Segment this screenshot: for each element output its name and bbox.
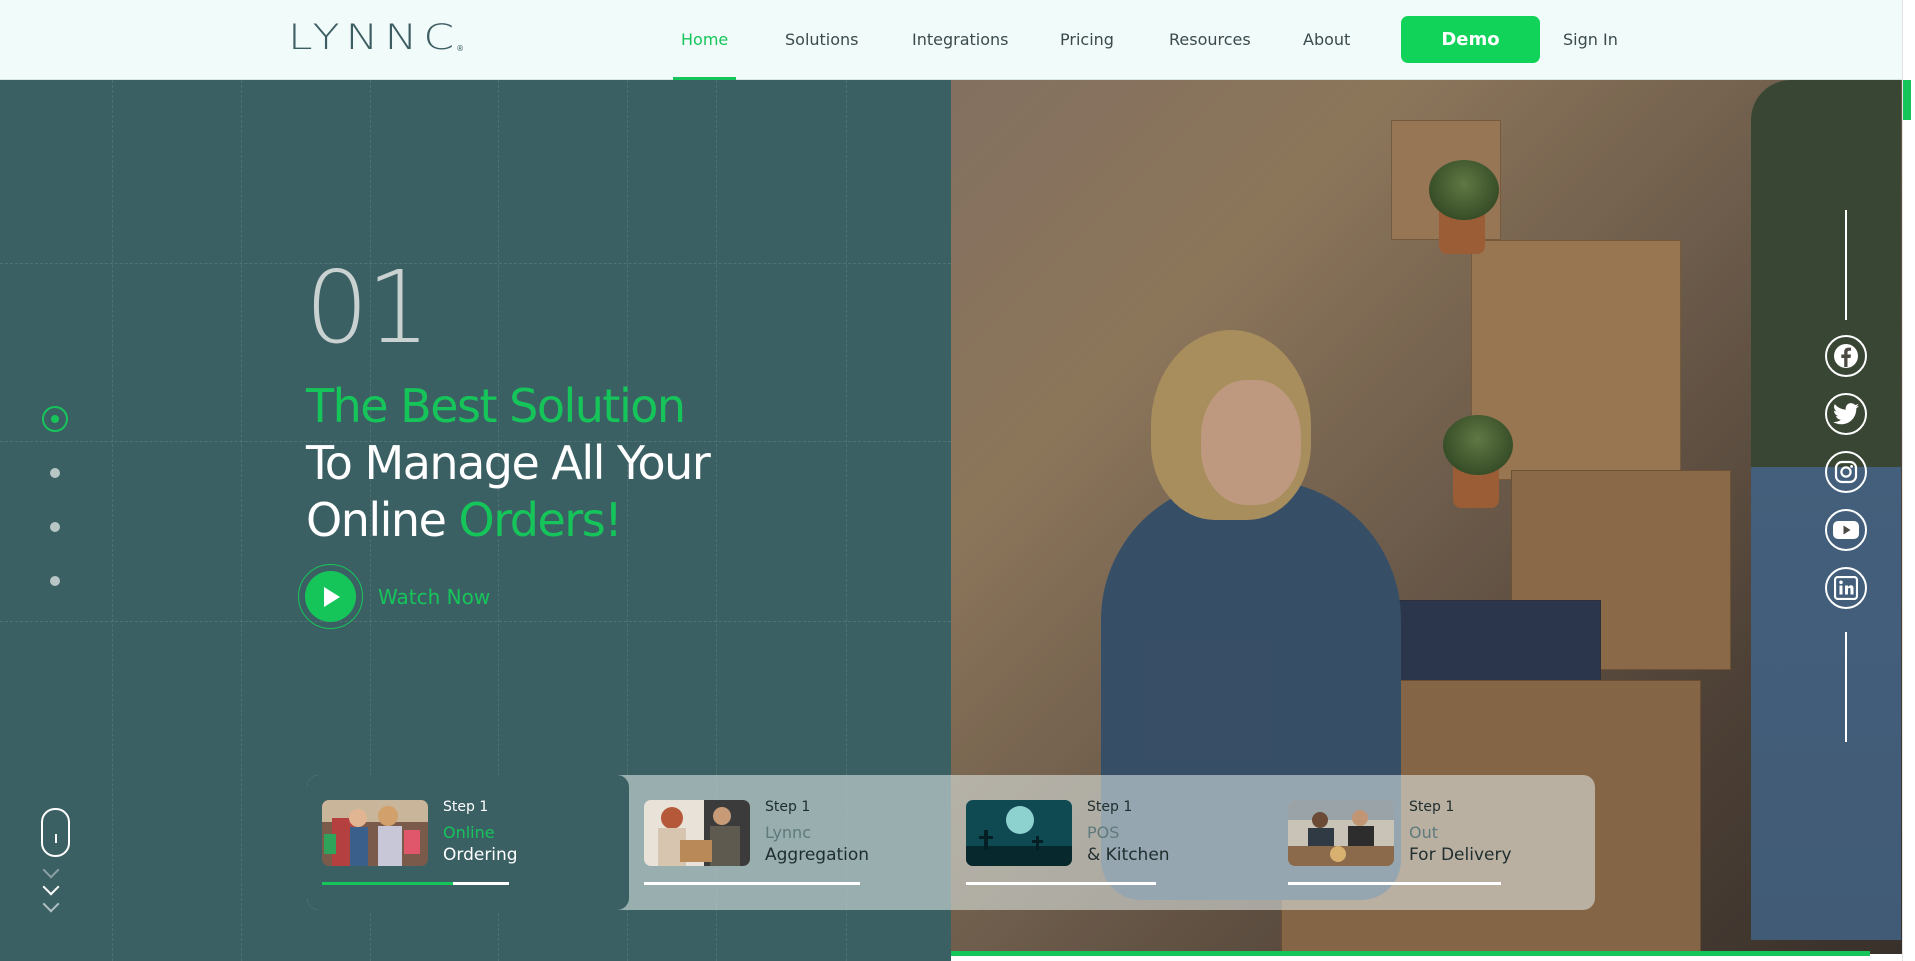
demo-button[interactable]: Demo <box>1401 16 1540 63</box>
step-label: Step 1 <box>1087 799 1133 815</box>
sign-in-link[interactable]: Sign In <box>1563 0 1618 80</box>
step-card-lynnc-aggregation[interactable]: Step 1 Lynnc Aggregation <box>629 775 951 910</box>
night-scene-thumb <box>966 800 1072 866</box>
headline-line-3: Online Orders! <box>306 492 709 549</box>
youtube-icon[interactable] <box>1825 509 1867 551</box>
chevron-down-icon <box>42 895 60 913</box>
step-progress-track <box>1288 882 1501 885</box>
social-divider-bottom <box>1845 632 1847 742</box>
step-label: Step 1 <box>765 799 811 815</box>
kitchen-chefs-thumb <box>1288 800 1394 866</box>
watch-now-button[interactable]: Watch Now <box>298 564 490 629</box>
nav-integrations[interactable]: Integrations <box>912 0 1009 80</box>
scroll-down-chevrons[interactable] <box>42 861 60 915</box>
logo-registered-mark: ® <box>456 43 465 53</box>
slide-progress-bar <box>951 951 1870 956</box>
instagram-icon[interactable] <box>1825 451 1867 493</box>
slide-dot-4[interactable] <box>50 576 60 586</box>
step-title-line-1: Online <box>443 823 495 842</box>
step-title-line-1: Out <box>1409 823 1439 842</box>
play-icon[interactable] <box>305 571 356 622</box>
nav-home[interactable]: Home <box>672 0 737 80</box>
headline-online: Online <box>306 493 459 547</box>
step-card-online-ordering[interactable]: Step 1 Online Ordering <box>307 775 629 910</box>
nav-about[interactable]: About <box>1303 0 1350 80</box>
play-ring[interactable] <box>298 564 363 629</box>
steps-carousel: Step 1 Online Ordering Step 1 Lynnc Aggr… <box>307 775 1595 910</box>
step-title-line-2: Aggregation <box>765 845 870 865</box>
grid-line <box>241 80 242 961</box>
slide-dot-3[interactable] <box>50 522 60 532</box>
slide-dot-2[interactable] <box>50 468 60 478</box>
shopping-women-thumb <box>322 800 428 866</box>
step-progress-track <box>322 882 509 885</box>
facebook-icon[interactable] <box>1825 335 1867 377</box>
step-title-line-1: Lynnc <box>765 823 811 842</box>
chevron-down-icon <box>42 861 60 879</box>
step-progress-track <box>644 882 860 885</box>
top-navbar: LYNNC ® Home Solutions Integrations Pric… <box>0 0 1902 80</box>
step-title-line-1: POS <box>1087 823 1120 842</box>
step-card-pos-kitchen[interactable]: Step 1 POS & Kitchen <box>951 775 1273 910</box>
nav-solutions[interactable]: Solutions <box>785 0 859 80</box>
grid-line <box>112 80 113 961</box>
step-progress-track <box>966 882 1156 885</box>
linkedin-icon[interactable] <box>1825 567 1867 609</box>
step-title-line-2: For Delivery <box>1409 845 1512 865</box>
step-label: Step 1 <box>1409 799 1455 815</box>
twitter-icon[interactable] <box>1825 393 1867 435</box>
scroll-mouse-icon[interactable] <box>41 808 70 857</box>
social-divider-top <box>1845 210 1847 320</box>
slide-dot-1-active[interactable] <box>42 406 68 432</box>
page-scrollbar[interactable] <box>1902 0 1915 961</box>
scrollbar-thumb[interactable] <box>1903 80 1911 120</box>
chevron-down-icon <box>42 878 60 896</box>
headline-line-2: To Manage All Your <box>306 436 711 490</box>
watch-now-label[interactable]: Watch Now <box>378 585 490 609</box>
step-label: Step 1 <box>443 799 489 815</box>
step-title-line-2: Ordering <box>443 845 518 865</box>
headline-orders: Orders! <box>458 493 623 547</box>
hero-headline: The Best Solution To Manage All Your Onl… <box>306 378 711 549</box>
step-title-line-2: & Kitchen <box>1087 845 1170 865</box>
step-progress-fill <box>322 882 453 885</box>
grid-line <box>0 263 951 264</box>
step-card-out-for-delivery[interactable]: Step 1 Out For Delivery <box>1273 775 1595 910</box>
nav-resources[interactable]: Resources <box>1169 0 1251 80</box>
delivery-thumb <box>644 800 750 866</box>
slide-number: 01 <box>305 249 430 366</box>
brand-logo[interactable]: LYNNC ® <box>288 18 468 58</box>
headline-line-1: The Best Solution <box>306 379 686 433</box>
logo-wordmark: LYNNC <box>288 17 461 58</box>
nav-pricing[interactable]: Pricing <box>1060 0 1114 80</box>
